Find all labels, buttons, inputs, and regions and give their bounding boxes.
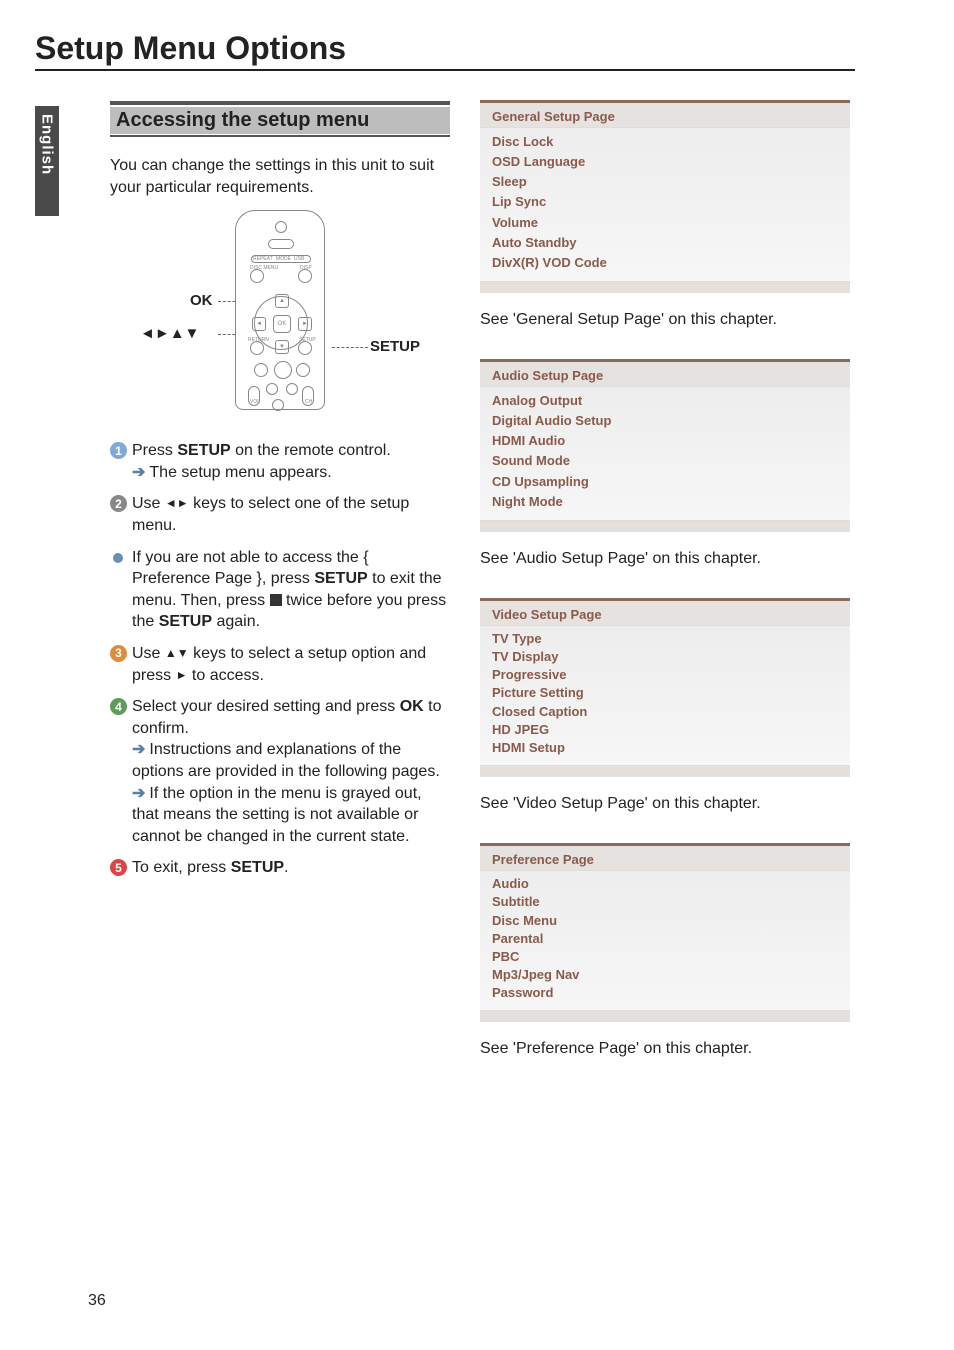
preference-panel: Preference Page Audio Subtitle Disc Menu… (480, 843, 850, 1022)
panel-item: Mp3/Jpeg Nav (492, 966, 838, 984)
subhead-block: Accessing the setup menu (110, 101, 450, 137)
panel-item: Audio (492, 875, 838, 893)
panel-item: Sleep (492, 172, 838, 192)
steps-list: 1 Press SETUP on the remote control. ➔Th… (110, 440, 450, 879)
remote-body: REPEAT MODE USB DISC MENU DISP ◄ ► ▲ ▼ O… (235, 210, 325, 410)
stop-icon (270, 594, 282, 606)
panel-item: Analog Output (492, 391, 838, 411)
panel-title: Preference Page (480, 846, 850, 871)
panel-item: TV Type (492, 630, 838, 648)
panel-item: Progressive (492, 666, 838, 684)
arrow-icon: ➔ (132, 785, 145, 802)
step-4: 4 Select your desired setting and press … (110, 696, 450, 847)
bullet-note: If you are not able to access the { Pref… (110, 547, 450, 633)
subhead: Accessing the setup menu (110, 107, 450, 134)
panel-title: Video Setup Page (480, 601, 850, 626)
step-3: 3 Use ▲▼ keys to select a setup option a… (110, 643, 450, 686)
step-num-2: 2 (110, 495, 127, 512)
panel-item: Disc Lock (492, 132, 838, 152)
page-number: 36 (88, 1292, 106, 1310)
panel-item: PBC (492, 948, 838, 966)
panel-item: DivX(R) VOD Code (492, 253, 838, 273)
panel-item: Volume (492, 213, 838, 233)
remote-diagram: OK ◄►▲▼ SETUP REPEAT MODE USB DISC MENU … (110, 210, 450, 420)
panel-item: Closed Caption (492, 703, 838, 721)
panel-item: HDMI Setup (492, 739, 838, 757)
panel-item: Digital Audio Setup (492, 411, 838, 431)
panel-item: Disc Menu (492, 912, 838, 930)
panel-item: Night Mode (492, 492, 838, 512)
video-setup-panel: Video Setup Page TV Type TV Display Prog… (480, 598, 850, 777)
ok-callout: OK (190, 292, 213, 309)
panel-item: CD Upsampling (492, 472, 838, 492)
bullet-icon (113, 553, 123, 563)
arrow-icon: ➔ (132, 741, 145, 758)
step-num-1: 1 (110, 442, 127, 459)
panel-title: Audio Setup Page (480, 362, 850, 387)
intro-text: You can change the settings in this unit… (110, 155, 450, 198)
language-tab: English (35, 106, 59, 216)
step-1: 1 Press SETUP on the remote control. ➔Th… (110, 440, 450, 483)
panel-item: Lip Sync (492, 192, 838, 212)
panel-item: Picture Setting (492, 684, 838, 702)
panel-item: HDMI Audio (492, 431, 838, 451)
panel-item: Sound Mode (492, 451, 838, 471)
video-caption: See 'Video Setup Page' on this chapter. (480, 795, 850, 813)
audio-setup-panel: Audio Setup Page Analog Output Digital A… (480, 359, 850, 532)
audio-caption: See 'Audio Setup Page' on this chapter. (480, 550, 850, 568)
panel-item: Password (492, 984, 838, 1002)
step-num-4: 4 (110, 698, 127, 715)
arrow-icon: ➔ (132, 464, 145, 481)
step-num-3: 3 (110, 645, 127, 662)
panel-item: OSD Language (492, 152, 838, 172)
general-setup-panel: General Setup Page Disc Lock OSD Languag… (480, 100, 850, 293)
pref-caption: See 'Preference Page' on this chapter. (480, 1040, 850, 1058)
panel-title: General Setup Page (480, 103, 850, 128)
step-2: 2 Use ◄► keys to select one of the setup… (110, 493, 450, 536)
arrows-callout: ◄►▲▼ (140, 325, 199, 342)
step-num-5: 5 (110, 859, 127, 876)
panel-item: Subtitle (492, 893, 838, 911)
setup-callout: SETUP (370, 338, 420, 355)
panel-item: Auto Standby (492, 233, 838, 253)
general-caption: See 'General Setup Page' on this chapter… (480, 311, 850, 329)
panel-item: Parental (492, 930, 838, 948)
step-5: 5 To exit, press SETUP. (110, 857, 450, 879)
panel-item: HD JPEG (492, 721, 838, 739)
panel-item: TV Display (492, 648, 838, 666)
